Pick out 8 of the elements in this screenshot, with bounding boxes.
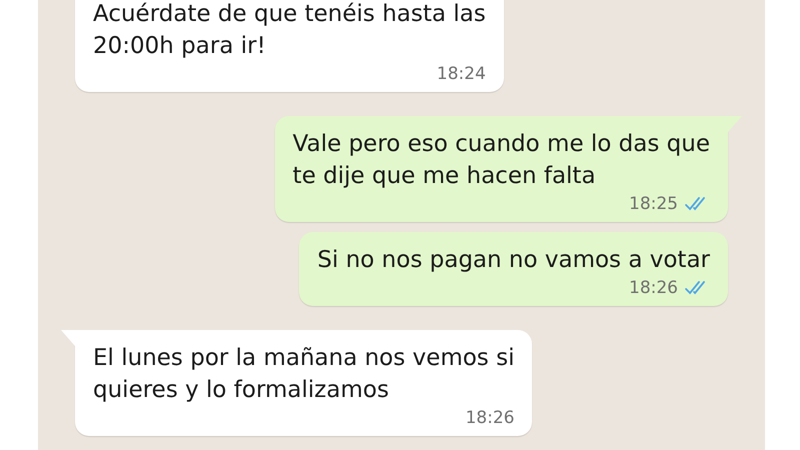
message-time: 18:25 [629, 194, 678, 214]
message-text: Vale pero eso cuando me lo das que te dije que me hacen falta [292, 130, 710, 191]
message-time: 18:24 [436, 64, 486, 84]
message-text: El lunes por la mañana nos vemos si quieres y lo formalizamos [93, 344, 514, 405]
message-time: 18:26 [629, 278, 678, 298]
message-time: 18:26 [465, 408, 514, 428]
message-text: Acuérdate de que tenéis hasta las 20:00h para ir! [93, 0, 486, 61]
message-text: Si no nos pagan no vamos a votar [317, 246, 710, 275]
